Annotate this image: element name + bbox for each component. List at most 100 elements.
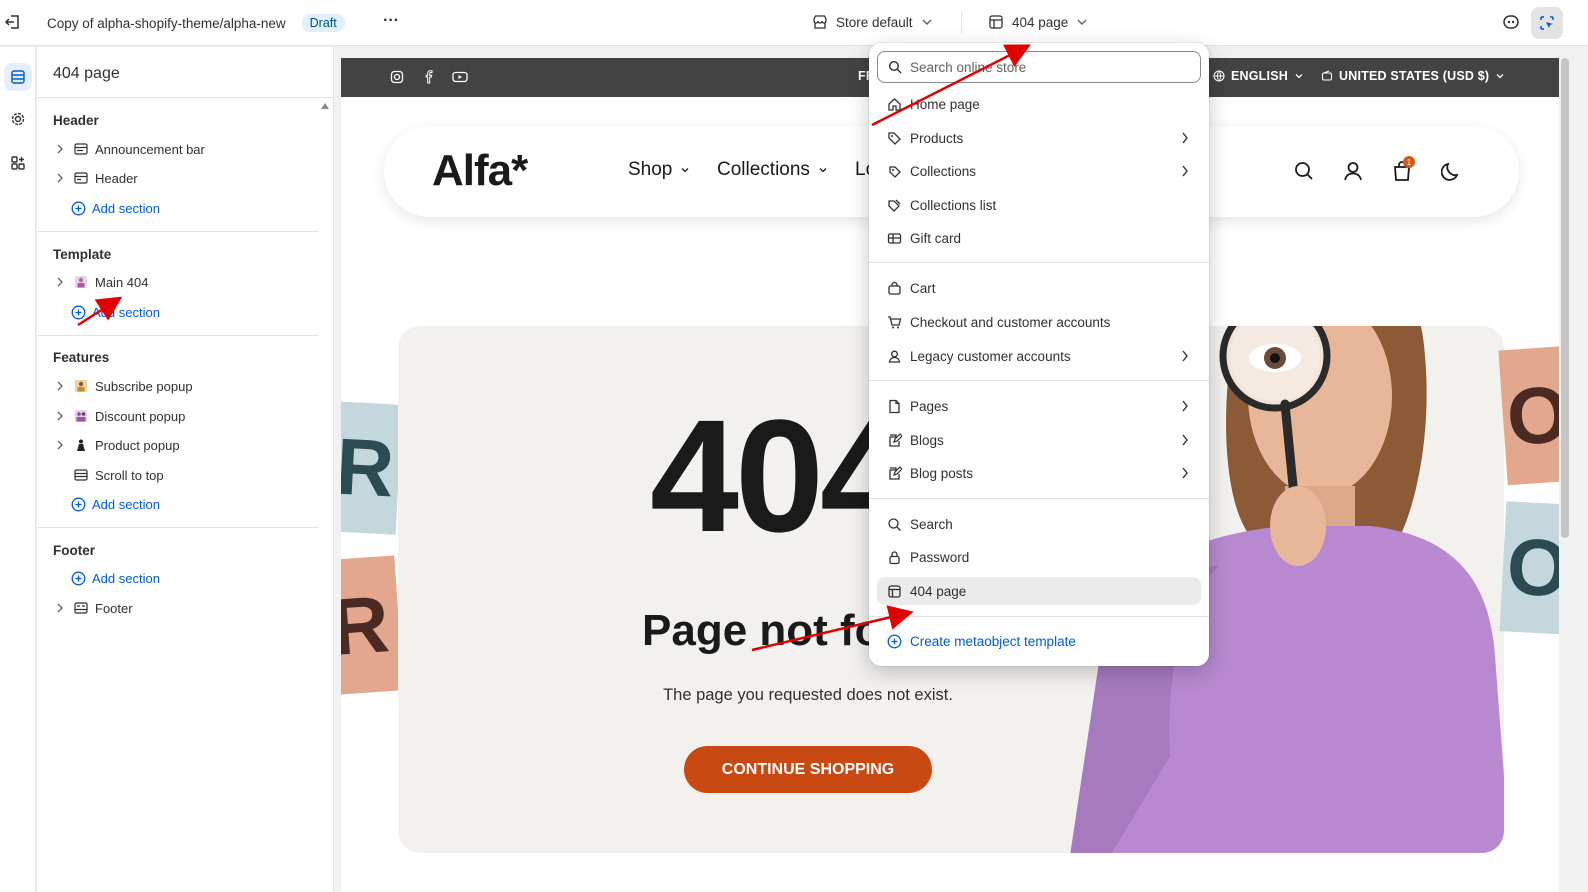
menu-item-products[interactable]: Products [877,124,1201,152]
template-search-input[interactable]: Search online store [877,51,1201,83]
cart-icon [887,315,902,330]
create-metaobject-template-button[interactable]: Create metaobject template [877,627,1201,655]
add-section-header[interactable]: Add section [71,196,160,220]
chevron-down-icon [680,165,690,175]
group-title-template: Template [53,247,112,262]
menu-item-blog-posts[interactable]: Blog posts [877,459,1201,487]
section-item-product-popup[interactable]: Product popup [53,432,318,458]
plus-circle-icon [71,497,86,512]
menu-item-password[interactable]: Password [877,543,1201,571]
chevron-right-icon[interactable] [53,173,67,183]
chevron-down-icon [1076,16,1088,28]
section-item-subscribe-popup[interactable]: Subscribe popup [53,373,318,399]
menu-item-collections-list[interactable]: Collections list [877,191,1201,219]
template-selector[interactable]: 404 page [988,14,1088,30]
nav-collections[interactable]: Collections [717,159,828,181]
chevron-right-icon[interactable] [53,381,67,391]
continue-shopping-button[interactable]: CONTINUE SHOPPING [684,746,932,793]
status-badge: Draft [301,14,345,32]
instagram-icon[interactable] [390,70,404,84]
chevron-right-icon[interactable] [53,440,67,450]
group-title-features: Features [53,350,110,365]
gift-card-icon [887,231,902,246]
menu-item-search[interactable]: Search [877,510,1201,538]
chevron-right-icon[interactable] [53,603,67,613]
account-icon[interactable] [1342,160,1364,182]
template-icon [988,14,1004,30]
chevron-down-icon [921,16,933,28]
add-section-footer[interactable]: Add section [71,566,160,590]
group-divider [37,335,318,336]
collection-icon [887,164,902,179]
menu-item-cart[interactable]: Cart [877,274,1201,302]
plus-circle-icon [887,634,902,649]
currency-icon [1321,70,1333,82]
group-title-footer: Footer [53,543,95,558]
dark-mode-icon[interactable] [1441,160,1463,182]
menu-item-checkout[interactable]: Checkout and customer accounts [877,308,1201,336]
topbar-divider [961,12,962,34]
language-selector[interactable]: ENGLISH [1213,69,1304,83]
chevron-right-icon [1181,400,1189,412]
add-section-features[interactable]: Add section [71,492,160,516]
store-logo[interactable]: Alfa* [432,146,528,196]
chevron-right-icon [1181,132,1189,144]
more-actions-button[interactable]: ··· [383,12,399,30]
section-item-footer[interactable]: Footer [53,595,318,621]
exit-button[interactable] [4,13,22,31]
search-icon[interactable] [1293,160,1315,182]
preview-scrollbar[interactable] [1561,58,1569,538]
plus-circle-icon [71,305,86,320]
ai-assistant-button[interactable] [1502,13,1520,31]
section-item-main-404[interactable]: Main 404 [53,269,318,295]
plus-circle-icon [71,201,86,216]
chevron-right-icon[interactable] [53,277,67,287]
announcement-bar-icon [73,141,89,157]
decor-tile: OR [1498,345,1559,486]
chevron-right-icon[interactable] [53,411,67,421]
chevron-down-icon [1294,71,1304,81]
nav-shop[interactable]: Shop [628,159,690,181]
chevron-right-icon [1181,165,1189,177]
menu-item-404-page[interactable]: 404 page [877,577,1201,605]
blog-icon [887,432,902,448]
footer-icon [73,600,89,616]
bag-icon [887,281,902,296]
youtube-icon[interactable] [452,70,468,84]
plus-circle-icon [71,571,86,586]
decor-tile: R [341,555,404,696]
store-icon [812,14,828,30]
section-item-header[interactable]: Header [53,165,318,191]
currency-selector[interactable]: UNITED STATES (USD $) [1321,69,1505,83]
decor-tile: OR [1499,501,1559,635]
inspector-toggle-button[interactable] [1531,7,1563,39]
exit-icon [4,13,22,31]
menu-item-blogs[interactable]: Blogs [877,426,1201,454]
menu-separator [869,380,1209,381]
section-item-discount-popup[interactable]: Discount popup [53,403,318,429]
apps-nav-button[interactable] [4,149,32,177]
scroll-up-icon[interactable] [320,102,330,110]
theme-settings-nav-button[interactable] [4,105,32,133]
theme-name: Copy of alpha-shopify-theme/alpha-new [47,15,286,31]
collections-list-icon [887,198,902,213]
person-icon [887,349,902,364]
chevron-down-icon [1495,71,1505,81]
section-thumbnail-icon [73,378,89,394]
facebook-icon[interactable] [422,70,436,84]
add-section-template[interactable]: Add section [71,300,160,324]
store-selector[interactable]: Store default [812,14,933,30]
menu-item-legacy-accounts[interactable]: Legacy customer accounts [877,342,1201,370]
menu-item-pages[interactable]: Pages [877,392,1201,420]
gear-icon [10,111,26,127]
menu-item-home-page[interactable]: Home page [877,90,1201,118]
menu-item-gift-card[interactable]: Gift card [877,224,1201,252]
chevron-right-icon[interactable] [53,144,67,154]
sidekick-icon [1502,13,1520,31]
sections-nav-button[interactable] [4,63,32,91]
menu-item-collections[interactable]: Collections [877,157,1201,185]
section-item-scroll-to-top[interactable]: Scroll to top [53,462,318,488]
section-item-announcement-bar[interactable]: Announcement bar [53,136,318,162]
chevron-right-icon [1181,434,1189,446]
group-divider [37,527,318,528]
